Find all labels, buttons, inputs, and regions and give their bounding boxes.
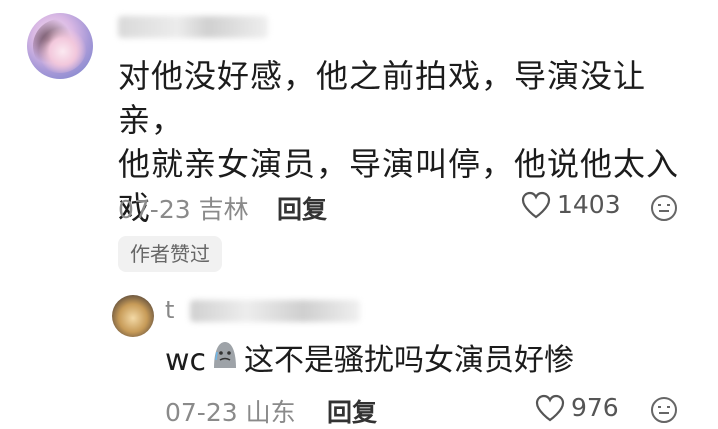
comment-line-1: 对他没好感，他之前拍戏，导演没让亲， (118, 57, 647, 139)
reply-text: wc 这不是骚扰吗女演员好惨 (165, 338, 574, 383)
reply-text-body: 这不是骚扰吗女演员好惨 (244, 342, 575, 378)
replier-username-prefix[interactable]: t (165, 296, 174, 324)
reply-meta: 07-23 山东 (165, 393, 296, 429)
author-liked-badge: 作者赞过 (118, 236, 222, 272)
reply-reply-button[interactable]: 回复 (327, 393, 377, 429)
comment-location: 吉林 (198, 195, 249, 224)
reply-date: 07-23 (165, 398, 238, 427)
sad-ghost-emoji-icon (208, 338, 242, 383)
comment-like-button[interactable]: 1403 (521, 190, 621, 219)
emoji-face-icon[interactable] (650, 396, 678, 424)
reply-location: 山东 (245, 398, 296, 427)
commenter-username-redacted[interactable] (118, 16, 268, 38)
reply-like-button[interactable]: 976 (535, 393, 619, 422)
heart-outline-icon (521, 191, 551, 219)
comment-reply-button[interactable]: 回复 (277, 190, 327, 226)
comment-date: 07-23 (118, 195, 191, 224)
comment-meta: 07-23 吉林 (118, 190, 249, 226)
comment-like-count: 1403 (557, 190, 621, 219)
heart-outline-icon (535, 394, 565, 422)
commenter-avatar[interactable] (27, 13, 93, 79)
replier-username-redacted[interactable] (190, 300, 360, 322)
reply-like-count: 976 (571, 393, 619, 422)
replier-avatar[interactable] (112, 295, 154, 337)
emoji-face-icon[interactable] (650, 194, 678, 222)
reply-text-prefix: wc (165, 342, 207, 378)
